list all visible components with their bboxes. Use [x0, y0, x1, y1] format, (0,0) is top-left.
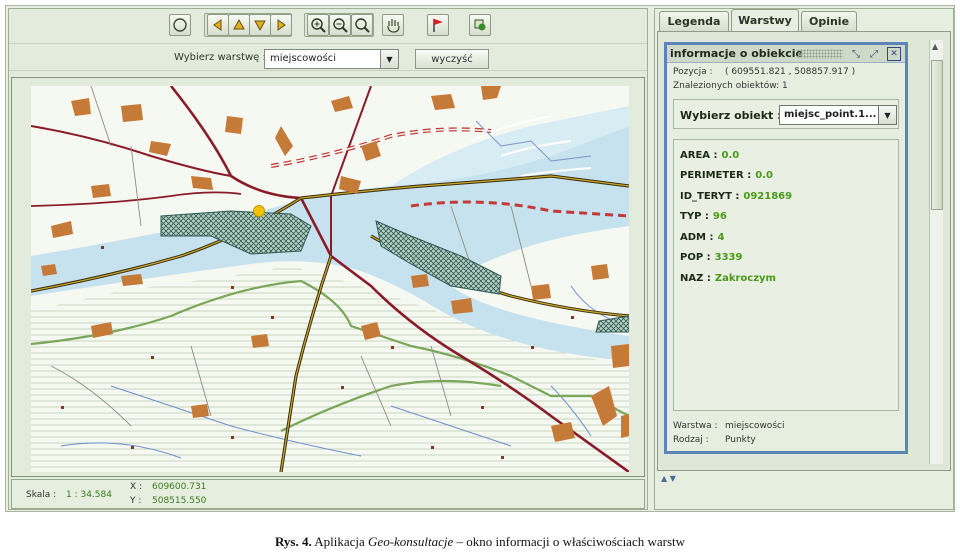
- flag-icon[interactable]: [427, 14, 449, 36]
- type-info-label: Rodzaj :: [673, 435, 709, 445]
- map-toolbar: [9, 9, 647, 41]
- scrollbar-thumb[interactable]: [931, 60, 943, 210]
- clear-button[interactable]: wyczyść: [415, 49, 489, 69]
- maximize-icon[interactable]: ⤢: [867, 47, 881, 61]
- info-window-title: informacje o obiekcie: [670, 47, 803, 60]
- map-canvas[interactable]: [31, 86, 629, 472]
- chevron-down-icon[interactable]: ▼: [878, 106, 896, 124]
- position-value: ( 609551.821 , 508857.917 ): [725, 67, 856, 77]
- scroll-up-icon[interactable]: ▲: [932, 42, 938, 51]
- attributes-box: AREA :0.0 PERIMETER :0.0 ID_TERYT :09218…: [673, 139, 899, 411]
- layer-label: Wybierz warstwę :: [174, 52, 266, 63]
- collapse-arrows-icon[interactable]: ▲ ▼: [661, 474, 676, 483]
- layer-info-label: Warstwa :: [673, 421, 718, 431]
- close-icon[interactable]: ✕: [887, 47, 901, 61]
- select-object-label: Wybierz obiekt :: [680, 109, 782, 122]
- attribute-row: ID_TERYT :0921869: [680, 191, 793, 202]
- circle-icon[interactable]: [169, 14, 191, 36]
- chevron-down-icon[interactable]: ▼: [380, 50, 398, 68]
- side-panel: Legenda Warstwy Opinie ▲ informacje o ob…: [654, 8, 954, 510]
- status-bar: Skala : 1 : 34.584 X : 609600.731 Y : 50…: [11, 479, 645, 509]
- minimize-icon[interactable]: ⤡: [849, 47, 863, 61]
- figure-caption: Rys. 4. Aplikacja Geo-konsultacje – okno…: [274, 534, 686, 549]
- attribute-row: NAZ : Zakroczym: [680, 273, 776, 284]
- layer-select[interactable]: miejscowości ▼: [264, 49, 399, 69]
- map-graphics: [31, 86, 629, 472]
- y-coordinate-label: Y :: [130, 496, 142, 506]
- scale-value: 1 : 34.584: [66, 490, 112, 500]
- x-coordinate-value: 609600.731: [152, 482, 207, 492]
- layer-selection-row: Wybierz warstwę : miejscowości ▼ wyczyść: [9, 43, 647, 71]
- panel-scrollbar[interactable]: ▲: [929, 40, 943, 464]
- attribute-row: ADM :4: [680, 232, 725, 243]
- arrow-up-icon[interactable]: [228, 14, 250, 36]
- attribute-row: AREA :0.0: [680, 150, 740, 161]
- object-info-window: informacje o obiekcie ⤡ ⤢ ✕ Pozycja : ( …: [664, 42, 908, 454]
- zoom-extent-icon[interactable]: [351, 14, 373, 36]
- attribute-row: POP :3339: [680, 252, 743, 263]
- info-window-titlebar[interactable]: informacje o obiekcie ⤡ ⤢ ✕: [667, 45, 905, 63]
- attribute-row: PERIMETER :0.0: [680, 170, 773, 181]
- x-coordinate-label: X :: [130, 482, 143, 492]
- map-pane: Wybierz warstwę : miejscowości ▼ wyczyść: [8, 8, 648, 510]
- scale-label: Skala :: [26, 490, 57, 500]
- arrow-right-icon[interactable]: [270, 14, 292, 36]
- arrow-left-icon[interactable]: [207, 14, 229, 36]
- tab-legend[interactable]: Legenda: [659, 11, 729, 31]
- drag-grip[interactable]: [797, 49, 843, 59]
- select-object-box: Wybierz obiekt : miejsc_point.1... ▼: [673, 99, 899, 129]
- map-frame: [11, 77, 645, 477]
- found-objects-label: Znalezionych obiektów: 1: [673, 81, 788, 91]
- object-select[interactable]: miejsc_point.1... ▼: [779, 105, 897, 125]
- layer-info-value: miejscowości: [725, 421, 785, 431]
- position-label: Pozycja :: [673, 67, 713, 77]
- tab-layers[interactable]: Warstwy: [731, 9, 799, 31]
- tab-opinions[interactable]: Opinie: [801, 11, 857, 31]
- pan-icon[interactable]: [382, 14, 404, 36]
- layers-tab-panel: ▲ informacje o obiekcie ⤡ ⤢ ✕ Pozycja : …: [657, 31, 951, 471]
- zoom-out-icon[interactable]: [329, 14, 351, 36]
- type-info-value: Punkty: [725, 435, 756, 445]
- info-icon[interactable]: [469, 14, 491, 36]
- zoom-in-icon[interactable]: [307, 14, 329, 36]
- arrow-down-icon[interactable]: [249, 14, 271, 36]
- attribute-row: TYP :96: [680, 211, 727, 222]
- object-select-value: miejsc_point.1...: [784, 109, 877, 120]
- layer-select-value: miejscowości: [270, 53, 337, 64]
- application-window: Wybierz warstwę : miejscowości ▼ wyczyść: [5, 5, 955, 512]
- y-coordinate-value: 508515.550: [152, 496, 207, 506]
